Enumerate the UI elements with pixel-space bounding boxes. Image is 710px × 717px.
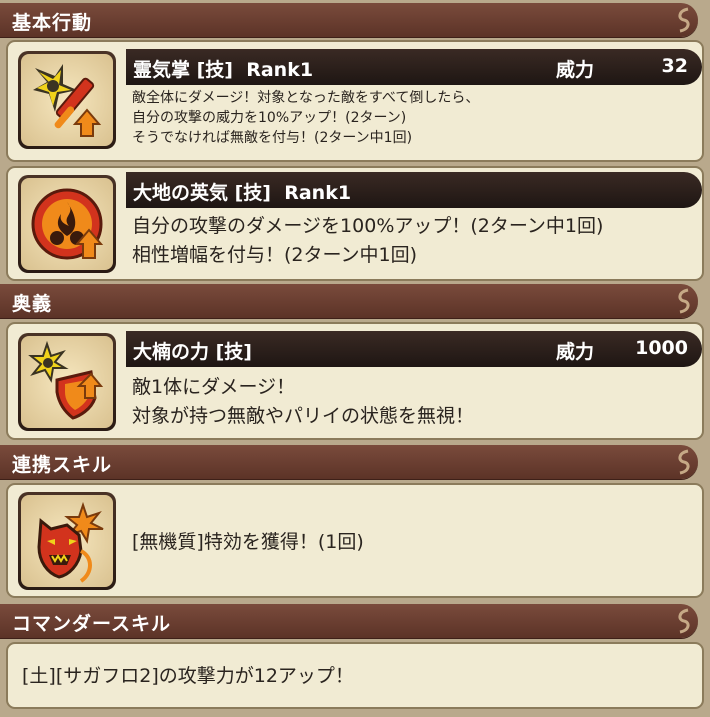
power-label: 威力 bbox=[556, 341, 595, 363]
skill-icon-frame bbox=[18, 333, 116, 431]
section-title: 奥義 bbox=[12, 293, 53, 315]
skill-description: 自分の攻撃のダメージを100%アップ！(2ターン中1回) 相性増幅を付与！(2タ… bbox=[132, 215, 604, 266]
skill-title-bar: 霊気掌 [技] Rank1 威力 32 bbox=[126, 49, 702, 85]
section-title: コマンダースキル bbox=[12, 613, 172, 635]
skill-description: 敵1体にダメージ！ 対象が持つ無敵やパリイの状態を無視！ bbox=[132, 376, 475, 427]
power-value: 32 bbox=[661, 55, 688, 77]
skill-name: 霊気掌 [技] Rank1 bbox=[133, 59, 314, 81]
skill-name: 大地の英気 [技] Rank1 bbox=[133, 182, 352, 204]
skill-title-bar: 大地の英気 [技] Rank1 bbox=[126, 172, 702, 208]
commander-skill-text: [土][サガフロ2]の攻撃力が12アップ！ bbox=[22, 665, 354, 687]
skill-title-bar: 大楠の力 [技] 威力 1000 bbox=[126, 331, 702, 367]
skill-card-reikisho[interactable]: 霊気掌 [技] Rank1 威力 32 敵全体にダメージ！対象となった敵をすべて… bbox=[6, 40, 704, 162]
skill-card-renkei[interactable]: [無機質]特効を獲得！(1回) bbox=[6, 483, 704, 598]
skill-icon-frame bbox=[18, 175, 116, 273]
skill-card-daichi-no-eiki[interactable]: 大地の英気 [技] Rank1 自分の攻撃のダメージを100%アップ！(2ターン… bbox=[6, 166, 704, 281]
skill-description: [無機質]特効を獲得！(1回) bbox=[132, 531, 364, 553]
skill-icon-frame bbox=[18, 492, 116, 590]
skill-card-okusu-no-chikara[interactable]: 大楠の力 [技] 威力 1000 敵1体にダメージ！ 対象が持つ無敵やパリイの状… bbox=[6, 322, 704, 440]
scroll-curl-icon bbox=[678, 288, 690, 314]
skill-name: 大楠の力 [技] bbox=[133, 341, 252, 363]
power-value: 1000 bbox=[635, 337, 688, 359]
scroll-curl-icon bbox=[678, 608, 690, 634]
section-header-basic: 基本行動 bbox=[0, 3, 698, 37]
skill-description: 敵全体にダメージ！対象となった敵をすべて倒したら、 自分の攻撃の威力を10%アッ… bbox=[132, 90, 480, 146]
section-header-ougi: 奥義 bbox=[0, 284, 698, 318]
section-title: 連携スキル bbox=[12, 454, 113, 476]
commander-skill-card[interactable]: [土][サガフロ2]の攻撃力が12アップ！ bbox=[6, 642, 704, 709]
section-title: 基本行動 bbox=[12, 12, 93, 34]
fire-aura-icon bbox=[31, 188, 104, 260]
skill-icon-frame bbox=[18, 51, 116, 149]
power-label: 威力 bbox=[556, 59, 595, 81]
burst-shield-icon bbox=[28, 340, 104, 420]
scroll-curl-icon bbox=[678, 449, 690, 475]
shuriken-sword-icon bbox=[33, 64, 102, 137]
section-header-commander: コマンダースキル bbox=[0, 604, 698, 638]
demon-mask-icon bbox=[37, 501, 104, 583]
section-header-renkei: 連携スキル bbox=[0, 445, 698, 479]
scroll-curl-icon bbox=[678, 7, 690, 33]
